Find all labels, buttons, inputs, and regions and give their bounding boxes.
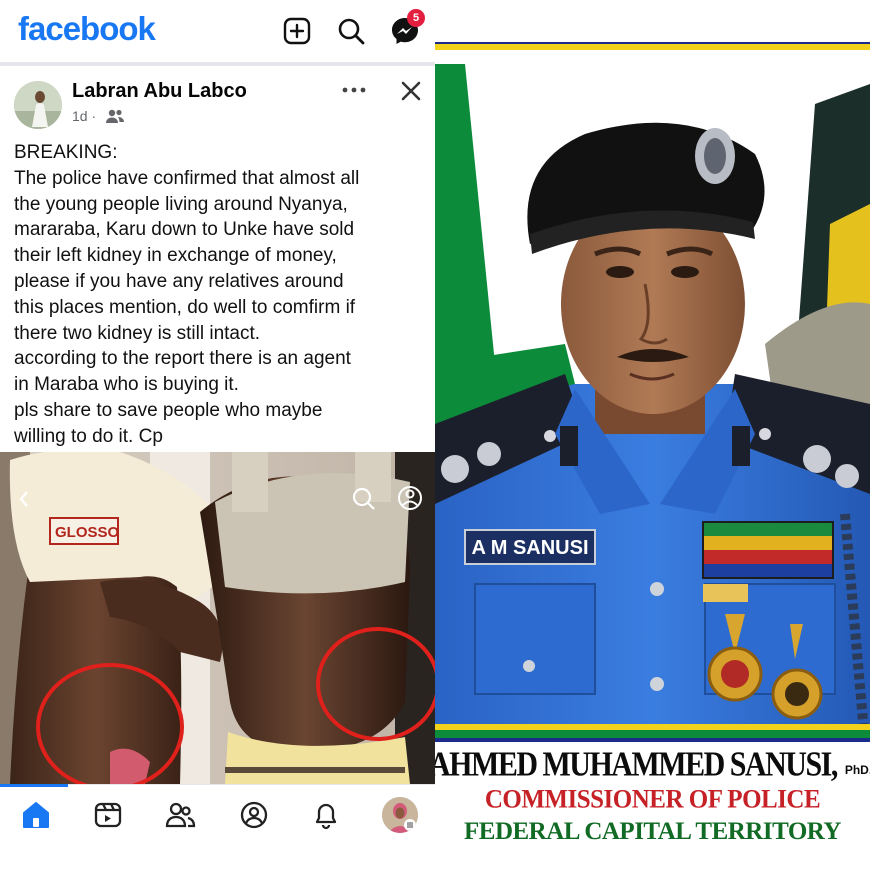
- avatar[interactable]: [382, 797, 418, 833]
- officer-rank: COMMISSIONER OF POLICE: [484, 785, 821, 814]
- post-line: their left kidney in exchange of money,: [14, 245, 337, 267]
- post-line: BREAKING:: [14, 142, 118, 163]
- officer-command: FEDERAL CAPITAL TERRITORY: [464, 818, 842, 845]
- post-line: this places mention, do well to comfirm …: [14, 296, 356, 318]
- search-icon[interactable]: [336, 16, 366, 46]
- active-tab-indicator: [0, 784, 68, 787]
- video-icon[interactable]: [92, 799, 124, 831]
- post-line: according to the report there is an agen…: [14, 348, 351, 370]
- post-line: in Maraba who is buying it.: [14, 374, 239, 396]
- officer-portrait: A M SANUSI: [435, 44, 870, 744]
- post-line: mararaba, Karu down to Unke have sold: [14, 219, 355, 241]
- facebook-screenshot: facebook 5 Labran Abu Labco 1d · BREAKIN…: [0, 0, 435, 870]
- friends-audience-icon: [106, 109, 124, 123]
- post-body: BREAKING: The police have confirmed that…: [14, 140, 432, 450]
- officer-qualifications: PhD, Fcai Fipma, Feu, AMBP-UN F: [844, 763, 870, 777]
- more-options-icon[interactable]: [340, 80, 368, 100]
- top-border-stripes: [435, 0, 870, 46]
- shirt-print: GLOSSO: [55, 524, 120, 541]
- post-line: please if you have any relatives around: [14, 270, 344, 292]
- officer-name-line: AHMED MUHAMMED SANUSI, PhD, Fcai Fipma, …: [435, 745, 870, 784]
- home-icon[interactable]: [20, 799, 52, 831]
- post-line: the young people living around Nyanya,: [14, 193, 348, 215]
- post-line: there two kidney is still intact.: [14, 322, 261, 344]
- police-commissioner-poster: A M SANUSI AHMED MUHAMMED SANUSI, PhD, C…: [435, 0, 870, 870]
- app-header: facebook 5: [0, 0, 435, 62]
- post-photo[interactable]: GLOSSO: [0, 452, 435, 784]
- close-icon[interactable]: [399, 79, 423, 103]
- profile-icon[interactable]: [238, 799, 270, 831]
- poster-caption: AHMED MUHAMMED SANUSI, PhD, Fcai Fipma, …: [435, 742, 870, 870]
- post-timestamp[interactable]: 1d ·: [72, 108, 96, 124]
- post-author[interactable]: Labran Abu Labco: [72, 80, 247, 103]
- facebook-logo[interactable]: facebook: [18, 10, 156, 48]
- messenger-badge: 5: [407, 9, 425, 27]
- post-line: pls share to save people who maybe: [14, 399, 323, 421]
- name-tag: A M SANUSI: [471, 537, 588, 559]
- post-line: willing to do it. Cp: [14, 425, 163, 447]
- bottom-navigation: [0, 784, 435, 846]
- add-icon[interactable]: [282, 16, 312, 46]
- friends-icon[interactable]: [164, 799, 196, 831]
- author-avatar[interactable]: [14, 81, 62, 129]
- bell-icon[interactable]: [310, 799, 342, 831]
- divider: [0, 62, 435, 66]
- officer-name: AHMED MUHAMMED SANUSI,: [435, 745, 838, 784]
- post-line: The police have confirmed that almost al…: [14, 167, 360, 189]
